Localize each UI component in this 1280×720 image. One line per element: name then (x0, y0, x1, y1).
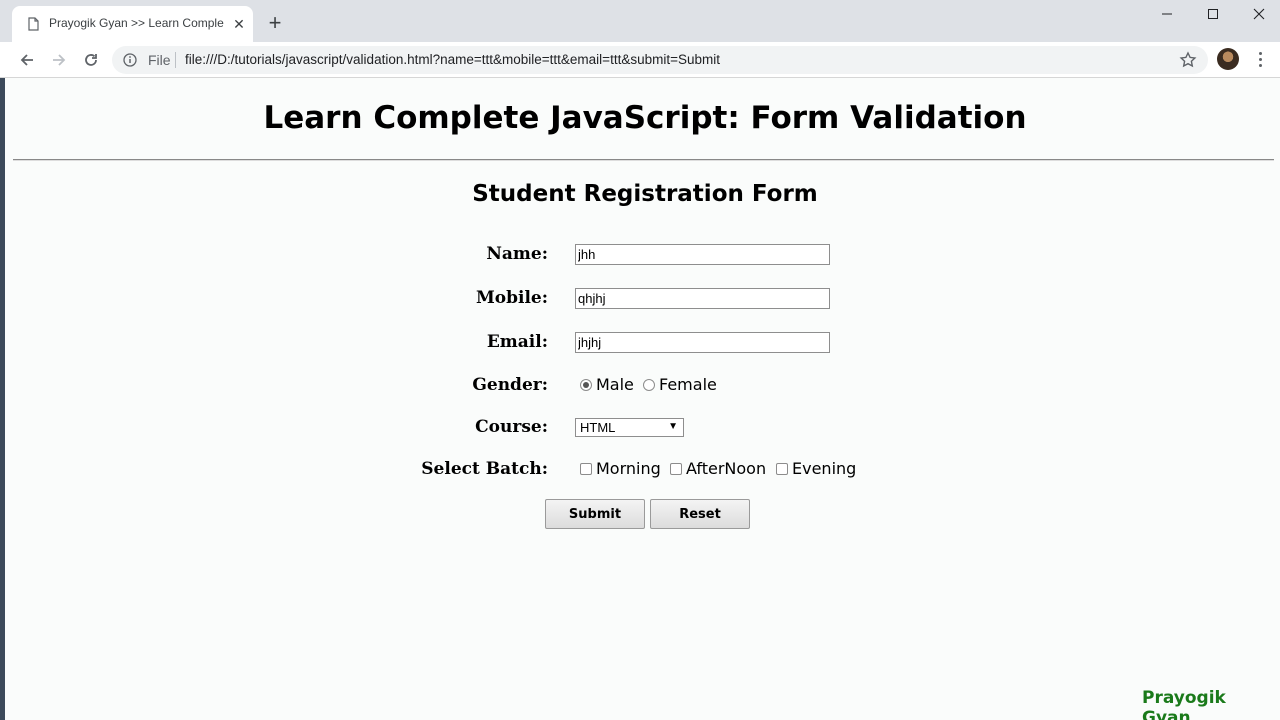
checkbox-icon[interactable] (580, 462, 592, 475)
batch-option-label: AfterNoon (686, 459, 767, 478)
menu-dot-icon (1258, 57, 1262, 61)
horizontal-rule (13, 159, 1274, 161)
reset-button[interactable]: Reset (650, 499, 750, 529)
browser-toolbar: File file:///D:/tutorials/javascript/val… (0, 42, 1280, 78)
submit-button[interactable]: Submit (545, 499, 645, 529)
radio-icon[interactable] (643, 378, 655, 391)
browser-tab[interactable]: Prayogik Gyan >> Learn Comple ✕ (12, 6, 253, 42)
info-icon[interactable] (123, 53, 137, 67)
arrow-left-icon (20, 54, 33, 66)
course-label: Course: (475, 417, 548, 437)
browser-menu-button[interactable] (1252, 48, 1268, 70)
forward-button[interactable] (47, 48, 71, 72)
profile-avatar[interactable] (1217, 48, 1239, 70)
batch-option-label: Morning (596, 459, 661, 478)
mobile-label: Mobile: (475, 288, 548, 308)
tab-title: Prayogik Gyan >> Learn Comple (49, 16, 224, 30)
name-field[interactable] (575, 244, 830, 265)
star-icon[interactable] (1178, 50, 1198, 70)
batch-option-evening[interactable]: Evening (776, 459, 856, 478)
arrow-right-icon (53, 54, 66, 66)
gender-option-male[interactable]: Male (580, 375, 634, 394)
page-content: Learn Complete JavaScript: Form Validati… (0, 78, 1280, 720)
url-divider (175, 52, 176, 68)
dropdown-arrow-icon: ▼ (668, 421, 678, 432)
batch-option-afternoon[interactable]: AfterNoon (670, 459, 766, 478)
page-title: Learn Complete JavaScript: Form Validati… (263, 100, 1027, 136)
name-label: Name: (486, 244, 548, 264)
maximize-icon (1208, 9, 1218, 19)
gender-option-label: Female (659, 375, 717, 394)
browser-window: Prayogik Gyan >> Learn Comple ✕ + File f… (0, 0, 1280, 720)
back-button[interactable] (15, 48, 39, 72)
close-icon (1253, 8, 1265, 20)
email-field[interactable] (575, 332, 830, 353)
footer-brand: Prayogik Gyan (1142, 688, 1226, 720)
window-close-button[interactable] (1236, 0, 1280, 28)
file-label: File (148, 52, 171, 68)
new-tab-button[interactable]: + (263, 12, 287, 36)
batch-option-label: Evening (792, 459, 857, 478)
minimize-icon (1162, 13, 1172, 15)
checkbox-icon[interactable] (670, 462, 682, 475)
url-text[interactable]: file:///D:/tutorials/javascript/validati… (185, 52, 720, 67)
checkbox-icon[interactable] (776, 462, 788, 475)
tab-strip: Prayogik Gyan >> Learn Comple ✕ + (0, 0, 1280, 42)
menu-dot-icon (1258, 63, 1262, 67)
address-bar[interactable]: File file:///D:/tutorials/javascript/val… (112, 46, 1208, 74)
menu-dot-icon (1258, 51, 1262, 55)
tab-close-icon[interactable]: ✕ (229, 14, 249, 34)
gender-label: Gender: (472, 375, 548, 395)
maximize-button[interactable] (1190, 0, 1236, 28)
gender-option-label: Male (596, 375, 634, 394)
course-select[interactable]: HTML ▼ (575, 418, 684, 437)
form-title: Student Registration Form (472, 181, 818, 207)
email-label: Email: (486, 332, 548, 352)
radio-selected-icon[interactable] (580, 378, 592, 391)
reload-icon (85, 54, 97, 66)
reload-button[interactable] (79, 48, 103, 72)
course-selected-value: HTML (580, 420, 616, 435)
minimize-button[interactable] (1144, 0, 1190, 28)
gender-option-female[interactable]: Female (643, 375, 717, 394)
page-icon (28, 17, 39, 31)
mobile-field[interactable] (575, 288, 830, 309)
batch-label: Select Batch: (421, 459, 548, 479)
batch-option-morning[interactable]: Morning (580, 459, 661, 478)
